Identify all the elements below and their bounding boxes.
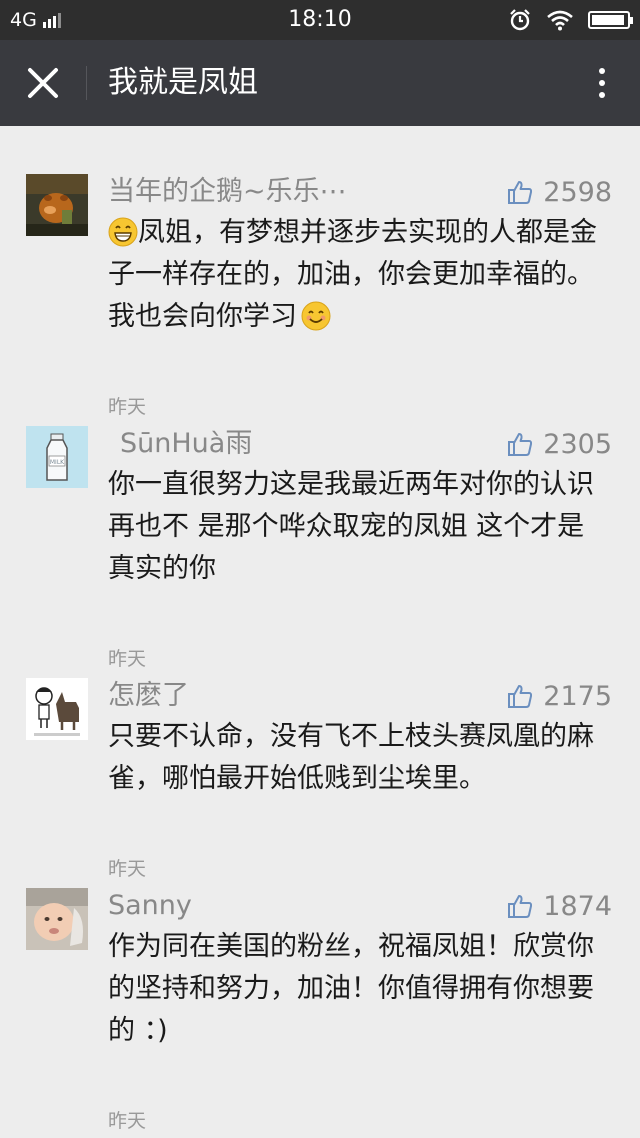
boy-and-donkey-avatar[interactable] — [26, 678, 88, 740]
thumbs-up-icon — [508, 433, 533, 456]
comment-time: 昨天 — [108, 1110, 147, 1132]
comment-text: 作为同在美国的粉丝，祝福凤姐！欣赏你的坚持和努力，加油！你值得拥有你想要的 ：) — [108, 931, 594, 1046]
like-count: 2175 — [543, 680, 612, 712]
commenter-name[interactable]: 怎麽了 — [108, 678, 189, 714]
nav-bar: 我就是凤姐 — [0, 40, 640, 126]
baby-photo-avatar[interactable] — [26, 888, 88, 950]
close-icon[interactable] — [22, 62, 64, 104]
comment-time: 昨天 — [108, 648, 147, 670]
comment-text-body: 凤姐，有梦想并逐步去实现的人都是金子一样存在的，加油，你会更加幸福的。我也会向你… — [108, 217, 597, 332]
like-count: 2598 — [543, 176, 612, 208]
comment-text: 凤姐，有梦想并逐步去实现的人都是金子一样存在的，加油，你会更加幸福的。我也会向你… — [108, 212, 608, 338]
like-button[interactable]: 2598 — [507, 174, 612, 210]
commenter-name[interactable]: SūnHuà雨 — [120, 426, 252, 462]
thumbs-up-icon — [508, 181, 533, 204]
commenter-name[interactable]: 当年的企鹅~乐乐⋯ — [108, 174, 347, 210]
status-icons — [508, 0, 633, 40]
milk-bottle-avatar[interactable]: MILK — [26, 426, 88, 488]
like-button[interactable]: 2175 — [507, 678, 612, 714]
comment-text: 你一直很努力这是我最近两年对你的认识 再也不 是那个哗众取宠的凤姐 这个才是真实… — [108, 469, 594, 584]
battery-icon — [588, 11, 633, 29]
thumbs-up-icon — [508, 685, 533, 708]
smile-emoji-icon — [301, 301, 331, 331]
nav-divider — [86, 66, 87, 100]
like-button[interactable]: 1874 — [507, 888, 612, 924]
wifi-icon — [547, 10, 573, 31]
like-button[interactable]: 2305 — [507, 426, 612, 462]
like-count: 2305 — [543, 428, 612, 460]
page-title: 我就是凤姐 — [108, 65, 258, 100]
like-count: 1874 — [543, 890, 612, 922]
alarm-icon — [510, 9, 530, 31]
status-bar: 4G 18:10 — [0, 0, 640, 40]
commenter-name[interactable]: Sanny — [108, 888, 192, 924]
thumbs-up-icon — [508, 895, 533, 918]
grin-emoji-icon — [108, 217, 138, 247]
comment-text: 只要不认命，没有飞不上枝头赛凤凰的麻雀，哪怕最开始低贱到尘埃里。 — [108, 721, 594, 794]
more-menu-icon[interactable] — [590, 64, 614, 104]
cartoon-pig-avatar[interactable] — [26, 174, 88, 236]
comment-time: 昨天 — [108, 396, 147, 418]
comment-time: 昨天 — [108, 858, 147, 880]
milk-label: MILK — [50, 459, 65, 466]
